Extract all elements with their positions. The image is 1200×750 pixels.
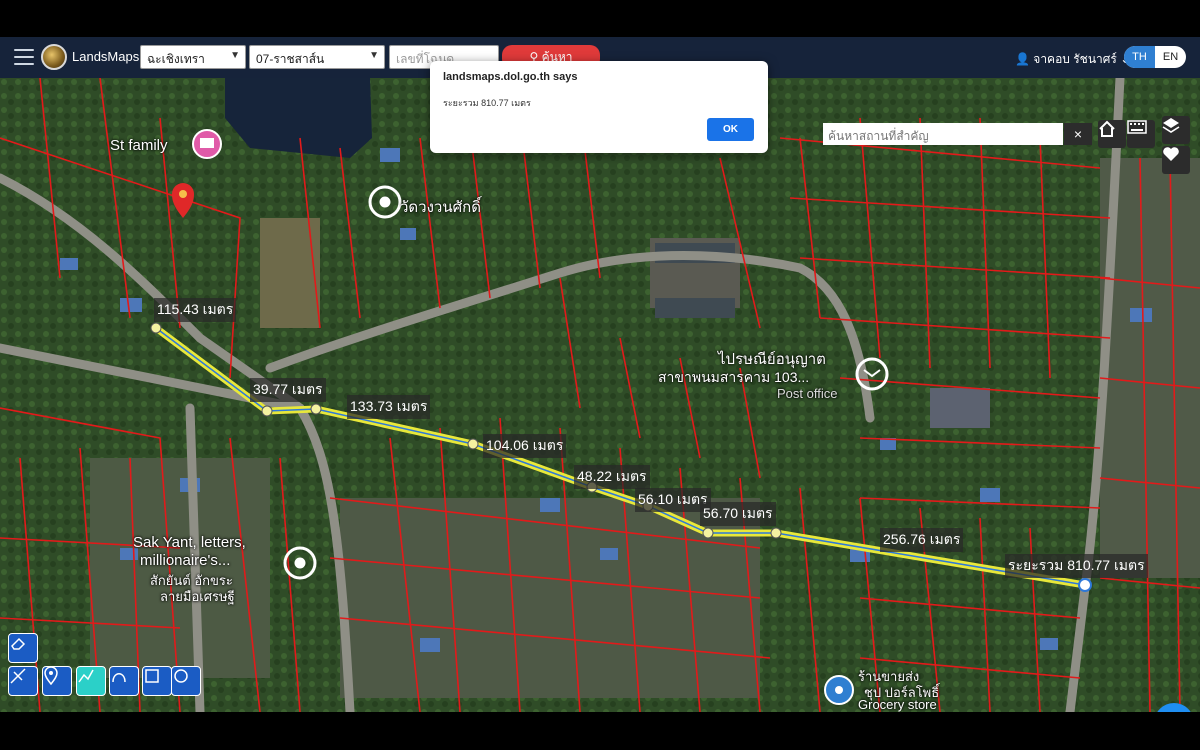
eraser-tool-button[interactable] <box>8 633 38 663</box>
rectangle-icon <box>145 669 159 683</box>
measure-tool-button[interactable] <box>8 666 38 696</box>
place-label: Grocery store <box>858 697 937 712</box>
language-toggle[interactable]: TH EN <box>1124 46 1186 68</box>
curve-icon <box>112 673 126 683</box>
total-distance-label: ระยะรวม 810.77 เมตร <box>1005 554 1148 578</box>
dialog-title: landsmaps.dol.go.th says <box>443 71 578 83</box>
segment-label: 256.76 เมตร <box>880 528 964 552</box>
map-pin-icon <box>44 667 58 685</box>
rectangle-tool-button[interactable] <box>142 666 172 696</box>
favorites-button[interactable] <box>1162 146 1190 174</box>
user-name: จาคอบ รัชนาศร์ <box>1033 52 1117 66</box>
place-label: ลายมือเศรษฐี <box>160 589 235 604</box>
lang-th-button[interactable]: TH <box>1124 46 1155 68</box>
map-canvas[interactable]: 115.43 เมตร 39.77 เมตร 133.73 เมตร 104.0… <box>0 78 1200 712</box>
clear-search-button[interactable]: × <box>1064 123 1092 145</box>
poi-marker-family[interactable] <box>192 129 222 159</box>
place-label: St family <box>110 137 168 154</box>
roof <box>655 298 735 318</box>
home-icon <box>1099 120 1115 137</box>
polyline-tool-button[interactable] <box>76 666 106 696</box>
layers-icon <box>1162 118 1180 133</box>
keyboard-icon <box>1127 120 1147 134</box>
place-label: millionaire's... <box>140 552 231 569</box>
landsmaps-app: LandsMaps ฉะเชิงเทรา ▼ 07-ราชสาส์น ▼ เลข… <box>0 37 1200 712</box>
brand-name: LandsMaps <box>72 49 140 64</box>
ruler-icon <box>10 668 26 684</box>
polyline-icon <box>78 669 94 683</box>
lang-en-button[interactable]: EN <box>1155 46 1186 68</box>
province-select[interactable]: ฉะเชิงเทรา ▼ <box>140 45 246 69</box>
segment-label: 56.70 เมตร <box>700 502 776 526</box>
satellite-map <box>0 78 1200 712</box>
menu-icon[interactable] <box>14 49 34 65</box>
circle-tool-button[interactable] <box>171 666 201 696</box>
place-label: Sak Yant, letters, <box>133 534 246 551</box>
measure-end-point <box>1078 578 1092 592</box>
district-value: 07-ราชสาส์น <box>256 52 325 66</box>
dialog-message: ระยะรวม 810.77 เมตร <box>443 98 531 108</box>
user-icon: 👤 <box>1015 52 1034 66</box>
chevron-down-icon: ▼ <box>230 50 240 61</box>
segment-label: 133.73 เมตร <box>347 395 431 419</box>
pin-tool-button[interactable] <box>42 666 72 696</box>
segment-label: 39.77 เมตร <box>250 378 326 402</box>
place-label: วัดวงวนศักดิ์ <box>400 199 481 216</box>
user-menu[interactable]: 👤 จาคอบ รัชนาศร์ ⌄ <box>1015 50 1130 69</box>
landsmaps-logo <box>41 44 67 70</box>
province-value: ฉะเชิงเทรา <box>147 52 205 66</box>
alert-dialog: landsmaps.dol.go.th says ระยะรวม 810.77 … <box>430 61 768 153</box>
poi-marker-grocery[interactable] <box>824 675 854 705</box>
heart-icon <box>1163 147 1179 161</box>
place-label: Post office <box>777 386 838 401</box>
keyboard-button[interactable] <box>1127 120 1155 148</box>
eraser-icon <box>11 637 26 650</box>
field-patch <box>260 218 320 328</box>
home-button[interactable] <box>1098 120 1126 148</box>
chevron-down-icon: ▼ <box>369 50 379 61</box>
layers-button[interactable] <box>1162 116 1190 144</box>
roof <box>930 388 990 428</box>
segment-label: 115.43 เมตร <box>154 298 237 322</box>
dialog-ok-button[interactable]: OK <box>707 118 754 141</box>
segment-label: 104.06 เมตร <box>483 434 567 458</box>
place-search-input[interactable]: ค้นหาสถานที่สำคัญ <box>823 123 1063 145</box>
circle-icon <box>174 669 188 683</box>
segment-label: 48.22 เมตร <box>574 465 650 489</box>
screen-frame: LandsMaps ฉะเชิงเทรา ▼ 07-ราชสาส์น ▼ เลข… <box>0 0 1200 750</box>
district-select[interactable]: 07-ราชสาส์น ▼ <box>249 45 385 69</box>
curve-tool-button[interactable] <box>109 666 139 696</box>
